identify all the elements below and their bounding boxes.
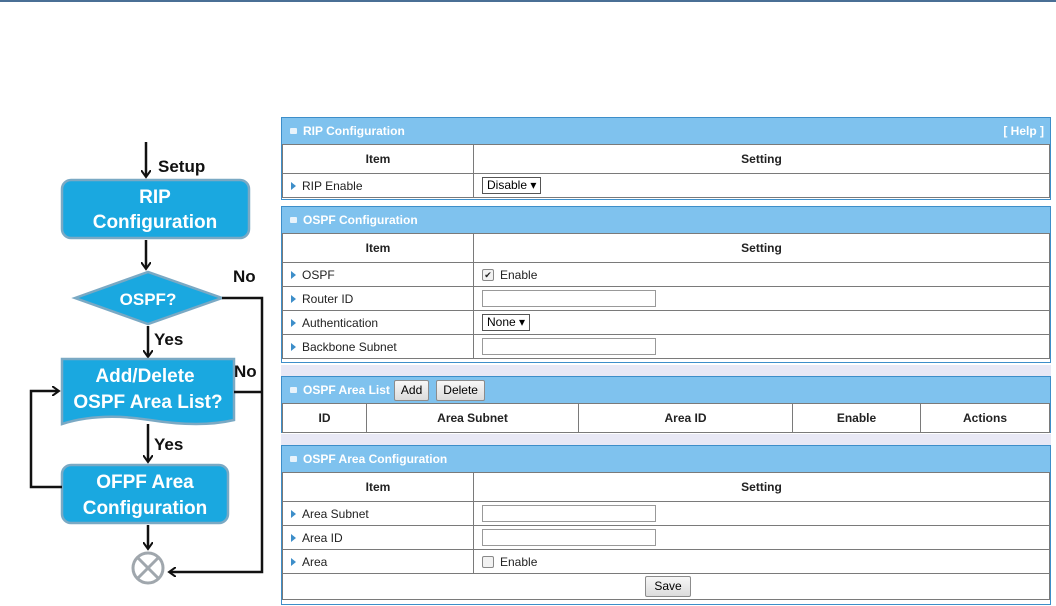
no-path-1	[170, 296, 264, 572]
ospf-area-config-table: Item Setting Area Subnet Area ID Area En…	[282, 472, 1050, 600]
rip-config-table: Item Setting RIP Enable Disable ▾	[282, 144, 1050, 198]
ospf-config-title: OSPF Configuration	[303, 213, 418, 227]
col-actions: Actions	[920, 403, 1050, 433]
ospf-label: OSPF	[302, 267, 335, 282]
router-id-label: Router ID	[302, 291, 354, 306]
ospf-config-panel: OSPF Configuration Item Setting OSPF ✔ En…	[281, 206, 1051, 363]
row-triangle-icon	[291, 558, 296, 567]
area-subnet-setting	[473, 501, 1050, 526]
col-item: Item	[282, 144, 474, 174]
panel-bullet-icon	[290, 217, 297, 223]
ospf-area-config-title: OSPF Area Configuration	[303, 452, 448, 466]
backbone-subnet-setting	[473, 334, 1050, 359]
row-triangle-icon	[291, 534, 296, 543]
ospf-label-cell: OSPF	[282, 262, 474, 287]
rip-enable-select[interactable]: Disable ▾	[482, 177, 542, 194]
row-triangle-icon	[291, 271, 296, 280]
section-spacer	[281, 365, 1051, 376]
col-area-subnet: Area Subnet	[366, 403, 579, 433]
end-symbol	[131, 551, 165, 585]
row-triangle-icon	[291, 319, 296, 328]
no-label-1: No	[233, 267, 256, 286]
yes-label-1: Yes	[154, 330, 183, 349]
row-triangle-icon	[291, 343, 296, 352]
setup-flowchart: Setup RIP Configuration OSPF? No Yes Add…	[29, 142, 264, 585]
area-id-label-cell: Area ID	[282, 525, 474, 550]
authentication-label-cell: Authentication	[282, 310, 474, 335]
authentication-select[interactable]: None ▾	[482, 314, 531, 331]
panel-bullet-icon	[290, 456, 297, 462]
area-label: Area	[302, 554, 328, 569]
loop-back-path	[29, 391, 62, 489]
rip-enable-label: RIP Enable	[302, 178, 363, 193]
rip-box-line1: RIP	[139, 187, 171, 208]
section-spacer	[281, 434, 1051, 445]
ospf-config-header: OSPF Configuration	[282, 207, 1050, 233]
ospf-area-list-header: OSPF Area List Add Delete	[282, 377, 1050, 403]
ospf-area-list-title: OSPF Area List	[303, 383, 390, 397]
help-link[interactable]: [ Help ]	[1003, 118, 1044, 144]
delete-button[interactable]: Delete	[436, 379, 485, 401]
backbone-subnet-label-cell: Backbone Subnet	[282, 334, 474, 359]
ospf-enable-checkbox[interactable]: ✔	[482, 269, 494, 282]
rip-enable-setting: Disable ▾	[473, 173, 1050, 198]
col-item: Item	[282, 472, 474, 502]
col-setting: Setting	[473, 144, 1050, 174]
area-id-label: Area ID	[302, 530, 343, 545]
rip-config-panel: RIP Configuration [ Help ] Item Setting …	[281, 117, 1051, 200]
rip-enable-label-cell: RIP Enable	[282, 173, 474, 198]
panel-bullet-icon	[290, 387, 297, 393]
col-area-id: Area ID	[578, 403, 793, 433]
add-button[interactable]: Add	[393, 379, 430, 401]
col-setting: Setting	[473, 233, 1050, 263]
router-id-input[interactable]	[482, 290, 656, 307]
ospf-config-table: Item Setting OSPF ✔ Enable Router ID Auth…	[282, 233, 1050, 359]
row-triangle-icon	[291, 510, 296, 519]
save-row: Save	[282, 573, 1050, 600]
area-id-input[interactable]	[482, 529, 656, 546]
row-triangle-icon	[291, 182, 296, 191]
area-id-setting	[473, 525, 1050, 550]
area-enable-checkbox[interactable]	[482, 556, 494, 569]
add-delete-line1: Add/Delete	[95, 366, 194, 387]
ospf-enable-label: Enable	[500, 267, 538, 282]
save-button[interactable]: Save	[645, 576, 691, 597]
router-id-setting	[473, 286, 1050, 311]
rip-config-header: RIP Configuration [ Help ]	[282, 118, 1050, 144]
ospf-area-config-header: OSPF Area Configuration	[282, 446, 1050, 472]
area-label-cell: Area	[282, 549, 474, 574]
area-enable-label: Enable	[500, 554, 538, 569]
no-label-2: No	[234, 362, 257, 381]
col-item: Item	[282, 233, 474, 263]
ospf-area-list-table: ID Area Subnet Area ID Enable Actions	[282, 403, 1050, 433]
col-setting: Setting	[473, 472, 1050, 502]
yes-label-2: Yes	[154, 435, 183, 454]
ospf-area-config-panel: OSPF Area Configuration Item Setting Are…	[281, 445, 1051, 605]
authentication-label: Authentication	[302, 315, 379, 330]
ospf-decision-label: OSPF?	[120, 290, 177, 309]
add-delete-line2: OSPF Area List?	[73, 392, 222, 413]
area-subnet-label-cell: Area Subnet	[282, 501, 474, 526]
col-id: ID	[282, 403, 367, 433]
router-id-label-cell: Router ID	[282, 286, 474, 311]
setup-label: Setup	[158, 157, 205, 176]
authentication-setting: None ▾	[473, 310, 1050, 335]
row-triangle-icon	[291, 295, 296, 304]
backbone-subnet-input[interactable]	[482, 338, 656, 355]
ofpf-box-line2: Configuration	[83, 498, 208, 519]
backbone-subnet-label: Backbone Subnet	[302, 339, 397, 354]
area-setting: Enable	[473, 549, 1050, 574]
col-enable: Enable	[792, 403, 921, 433]
ospf-setting: ✔ Enable	[473, 262, 1050, 287]
rip-box-line2: Configuration	[93, 212, 218, 233]
ofpf-box-line1: OFPF Area	[96, 472, 194, 493]
panel-bullet-icon	[290, 128, 297, 134]
rip-config-title: RIP Configuration	[303, 124, 405, 138]
ospf-area-list-panel: OSPF Area List Add Delete ID Area Subnet…	[281, 376, 1051, 433]
area-subnet-input[interactable]	[482, 505, 656, 522]
area-subnet-label: Area Subnet	[302, 506, 369, 521]
